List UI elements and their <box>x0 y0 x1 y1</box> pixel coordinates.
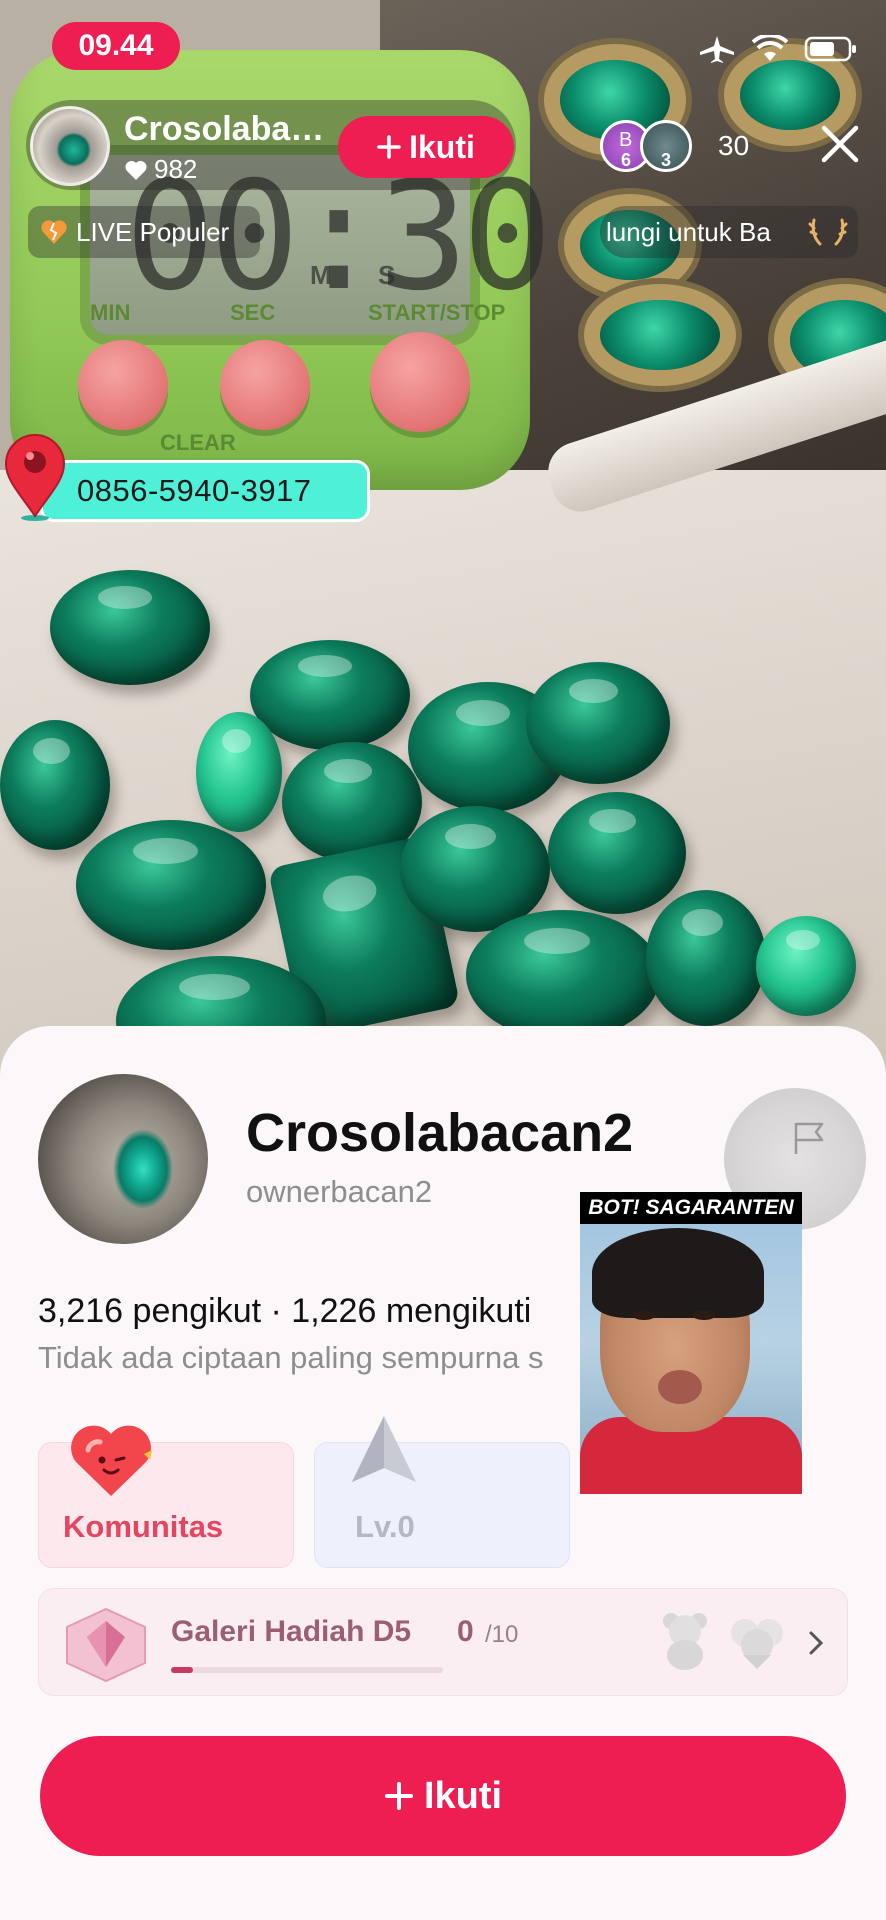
gemstone <box>0 720 110 850</box>
plus-icon <box>384 1782 413 1810</box>
gallery-title: Galeri Hadiah D5 <box>171 1615 412 1648</box>
gemstone <box>756 916 856 1016</box>
flower-gift-icon <box>731 1619 783 1669</box>
gemstone <box>646 890 766 1026</box>
pip-eye <box>632 1310 656 1320</box>
pip-hair <box>592 1228 764 1318</box>
status-time: 09.44 <box>52 22 180 70</box>
profile-avatar[interactable] <box>38 1074 208 1244</box>
viewer-rank: 6 <box>620 150 632 170</box>
battery-icon <box>804 36 856 62</box>
gemstone <box>466 910 660 1040</box>
community-label: Komunitas <box>63 1509 224 1544</box>
live-popular-badge[interactable]: LIVE Populer <box>28 206 260 258</box>
ring-image <box>740 60 840 130</box>
pip-label: BOT! SAGARANTEN <box>580 1192 802 1224</box>
wifi-icon <box>752 35 788 61</box>
gift-gallery[interactable]: Galeri Hadiah D5 0 /10 <box>38 1588 848 1696</box>
viewer-rank: 3 <box>660 150 672 170</box>
pip-video-overlay[interactable]: BOT! SAGARANTEN <box>580 1192 802 1494</box>
viewer-count[interactable]: 30 <box>718 130 749 162</box>
heart-mascot-icon <box>71 1425 152 1496</box>
live-popular-label: LIVE Populer <box>76 216 230 247</box>
profile-name: Crosolabacan2 <box>246 1103 634 1163</box>
follow-button-label: Ikuti <box>423 1774 503 1817</box>
broken-heart-icon <box>41 220 67 244</box>
teddy-bear-icon <box>663 1613 707 1670</box>
level-label: Lv.0 <box>355 1509 415 1544</box>
host-name[interactable]: Crosolabacan2 <box>124 110 334 149</box>
heart-icon <box>125 160 147 180</box>
gallery-progress-fill <box>171 1667 193 1673</box>
level-arrow-icon <box>352 1416 416 1482</box>
ticker-text: lungi untuk Ba <box>606 217 771 247</box>
likes-count: 982 <box>154 154 198 184</box>
airplane-icon <box>700 36 734 63</box>
header-follow-label: Ikuti <box>409 128 475 165</box>
gallery-progress-track <box>171 1667 443 1673</box>
flag-icon <box>794 1122 824 1154</box>
host-avatar[interactable] <box>30 106 110 186</box>
profile-handle: ownerbacan2 <box>246 1174 433 1209</box>
gemstone <box>76 820 266 950</box>
viewer-avatar[interactable]: 3 <box>640 120 692 172</box>
header-follow-button[interactable]: Ikuti <box>338 116 514 178</box>
pip-eye <box>692 1310 716 1320</box>
follow-button[interactable]: Ikuti <box>40 1736 846 1856</box>
antler-icon <box>808 218 848 246</box>
pip-mouth <box>658 1370 702 1404</box>
gift-ticker[interactable]: lungi untuk Ba <box>600 206 858 258</box>
gemstone <box>250 640 410 750</box>
viewer-letter: B <box>619 129 633 151</box>
status-icons <box>698 34 858 64</box>
gemstone <box>548 792 686 914</box>
close-icon[interactable] <box>818 122 862 166</box>
top-viewers[interactable]: B 6 3 <box>600 120 700 176</box>
gemstone <box>196 712 282 832</box>
profile-bio: Tidak ada ciptaan paling sempurna s <box>38 1340 544 1375</box>
gemstone <box>526 662 670 784</box>
ring-image <box>600 300 720 370</box>
plus-icon <box>377 135 401 159</box>
diamond-box-icon <box>66 1607 146 1683</box>
location-pin-icon <box>4 434 66 521</box>
gallery-count: 0 <box>457 1615 474 1648</box>
gemstone <box>400 806 550 932</box>
gallery-total: /10 <box>485 1621 519 1648</box>
follow-stats[interactable]: 3,216 pengikut · 1,226 mengikuti <box>38 1292 531 1331</box>
gemstone <box>50 570 210 685</box>
chevron-right-icon <box>809 1631 824 1655</box>
host-likes: 982 <box>124 154 197 185</box>
phone-number-tag[interactable]: 0856-5940-3917 <box>40 460 370 522</box>
